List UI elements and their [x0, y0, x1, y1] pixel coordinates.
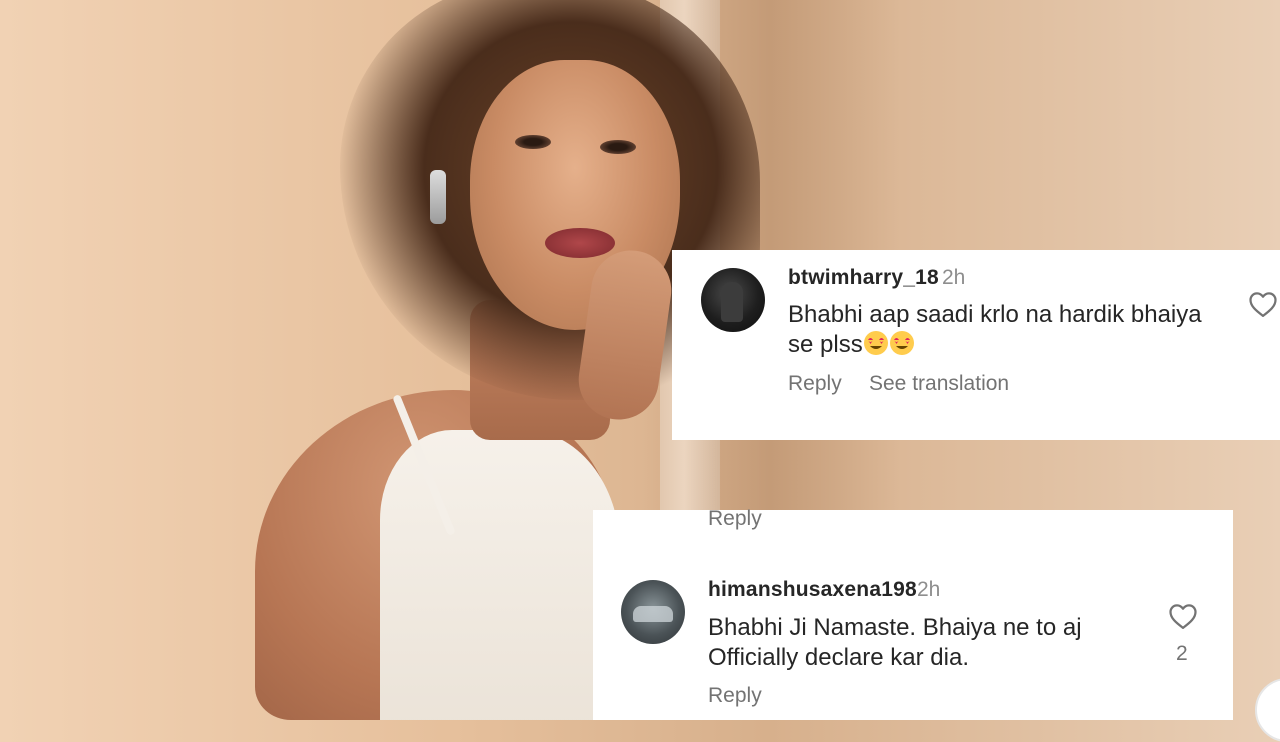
comment-card: Reply himanshusaxena198 2h Bhabhi Ji Nam…	[593, 507, 1233, 720]
heart-outline-icon[interactable]	[1168, 602, 1198, 630]
comment-username[interactable]: btwimharry_18	[788, 266, 939, 290]
person-lips	[545, 228, 615, 258]
person-eye	[600, 140, 636, 154]
comment-username[interactable]: himanshusaxena198	[708, 578, 917, 602]
comment-card: btwimharry_18 2h Bhabhi aap saadi krlo n…	[672, 250, 1280, 440]
see-translation-button[interactable]: See translation	[869, 372, 1009, 396]
comment-text-fragment: se plss	[788, 331, 863, 358]
avatar[interactable]	[701, 268, 765, 332]
comment-text: Bhabhi aap saadi krlo na hardik bhaiya s…	[788, 300, 1202, 360]
comment-text-line: Bhabhi aap saadi krlo na hardik bhaiya	[788, 301, 1202, 328]
comment-timestamp: 2h	[942, 266, 966, 289]
person-eye	[515, 135, 551, 149]
heart-eyes-emoji	[889, 331, 914, 355]
avatar[interactable]	[621, 580, 685, 644]
reply-button[interactable]: Reply	[708, 507, 762, 531]
reply-button[interactable]: Reply	[708, 684, 762, 708]
reply-button[interactable]: Reply	[788, 372, 842, 396]
comment-text-line-2: se plss	[788, 330, 1202, 360]
heart-eyes-emoji	[863, 331, 888, 355]
like-count: 2	[1176, 642, 1188, 665]
person-earring	[430, 170, 446, 224]
comment-text-line-2: Officially declare kar dia.	[708, 644, 969, 671]
comment-timestamp: 2h	[917, 578, 941, 601]
heart-outline-icon[interactable]	[1248, 290, 1278, 318]
person-dress	[380, 430, 620, 720]
comment-text-line: Bhabhi Ji Namaste. Bhaiya ne to aj	[708, 614, 1082, 641]
comment-text: Bhabhi Ji Namaste. Bhaiya ne to aj Offic…	[708, 613, 1082, 673]
